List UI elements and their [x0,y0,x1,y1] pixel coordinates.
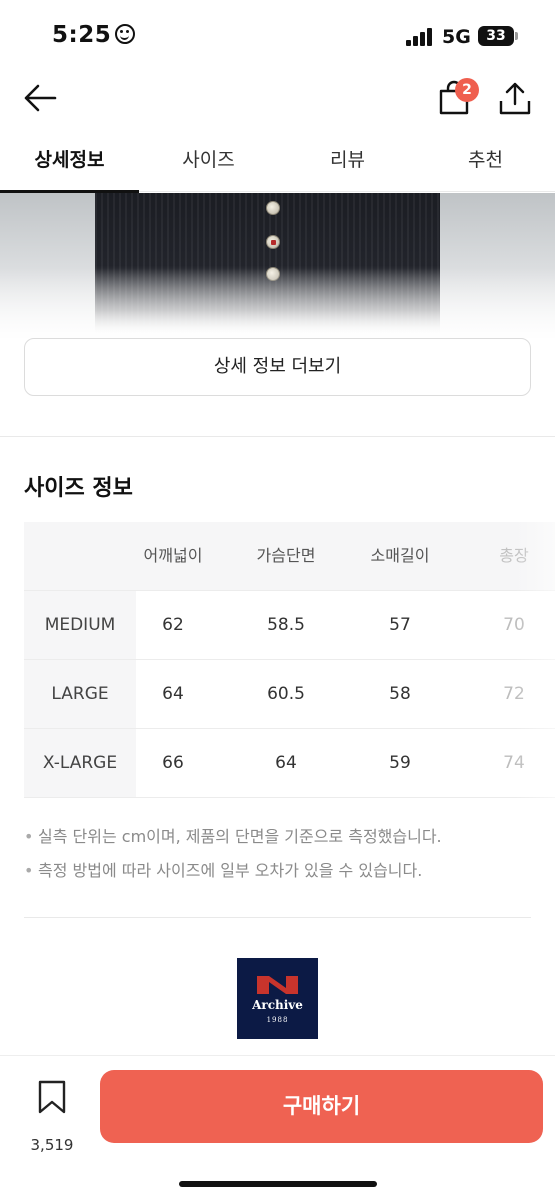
network-type: 5G [442,26,471,48]
size-label: LARGE [24,660,136,728]
product-detail-image [0,193,555,338]
garment-button [266,201,280,215]
table-cell: 64 [162,684,184,704]
home-indicator [179,1181,377,1187]
app-header: 2 [0,70,555,130]
status-bar: 5:25 5G 33 [0,0,555,70]
smiley-icon [115,24,136,44]
table-cell: 59 [389,753,411,773]
table-cell: 58.5 [267,615,305,635]
arrow-left-icon [24,84,57,112]
table-cell: 60.5 [267,684,305,704]
cart-count-badge: 2 [455,78,479,102]
size-label: MEDIUM [24,591,136,659]
size-note-text: 측정 방법에 따라 사이즈에 일부 오차가 있을 수 있습니다. [38,861,423,880]
table-cell: 64 [275,753,297,773]
table-row: LARGE 64 60.5 58 72 [24,660,555,729]
column-header: 어깨넓이 [143,546,203,565]
garment-button [266,235,280,249]
share-button[interactable] [498,80,532,116]
table-cell: 57 [389,615,411,635]
table-row: X-LARGE 66 64 59 74 [24,729,555,798]
bullet: • [24,827,34,846]
bookmark-icon [38,1080,66,1114]
buy-button[interactable]: 구매하기 [100,1070,543,1143]
table-cell: 66 [162,753,184,773]
tab-details[interactable]: 상세정보 [0,130,139,193]
size-info-title: 사이즈 정보 [24,476,133,501]
size-label: X-LARGE [24,729,136,797]
tab-reviews[interactable]: 리뷰 [278,130,417,192]
back-button[interactable] [22,82,58,114]
brand-mark-icon [257,976,298,994]
bullet: • [24,861,34,880]
column-header: 가슴단면 [256,546,316,565]
size-note: • 실측 단위는 cm이며, 제품의 단면을 기준으로 측정했습니다. [24,823,442,847]
table-scroll-fade [515,522,555,799]
column-header: 소매길이 [370,546,430,565]
table-row: MEDIUM 62 58.5 57 70 [24,591,555,660]
brand-logo-text: Archive [252,998,303,1012]
status-time-text: 5:25 [52,22,112,48]
section-divider [24,917,531,918]
status-time: 5:25 [52,22,136,48]
header-empty-cell [24,522,136,590]
table-cell: 58 [389,684,411,704]
battery-icon: 33 [478,26,518,46]
tab-recommend[interactable]: 추천 [416,130,555,192]
image-fade [0,268,555,338]
cellular-signal-icon [406,28,434,46]
size-note: • 측정 방법에 따라 사이즈에 일부 오차가 있을 수 있습니다. [24,857,422,881]
section-divider [0,436,555,437]
brand-logo-year: 1988 [266,1016,289,1024]
more-details-button[interactable]: 상세 정보 더보기 [24,338,531,396]
tab-size[interactable]: 사이즈 [139,130,278,192]
like-count: 3,519 [30,1136,74,1154]
size-note-text: 실측 단위는 cm이며, 제품의 단면을 기준으로 측정했습니다. [38,827,442,846]
tab-bar: 상세정보 사이즈 리뷰 추천 [0,130,555,193]
bottom-action-bar: 3,519 구매하기 [0,1055,555,1200]
size-table-header: 어깨넓이 가슴단면 소매길이 총장 [24,522,555,591]
size-table[interactable]: 어깨넓이 가슴단면 소매길이 총장 MEDIUM 62 58.5 57 70 L… [24,522,555,799]
brand-logo[interactable]: Archive 1988 [237,958,318,1039]
like-button[interactable]: 3,519 [22,1080,80,1154]
share-icon [499,82,531,115]
table-cell: 62 [162,615,184,635]
